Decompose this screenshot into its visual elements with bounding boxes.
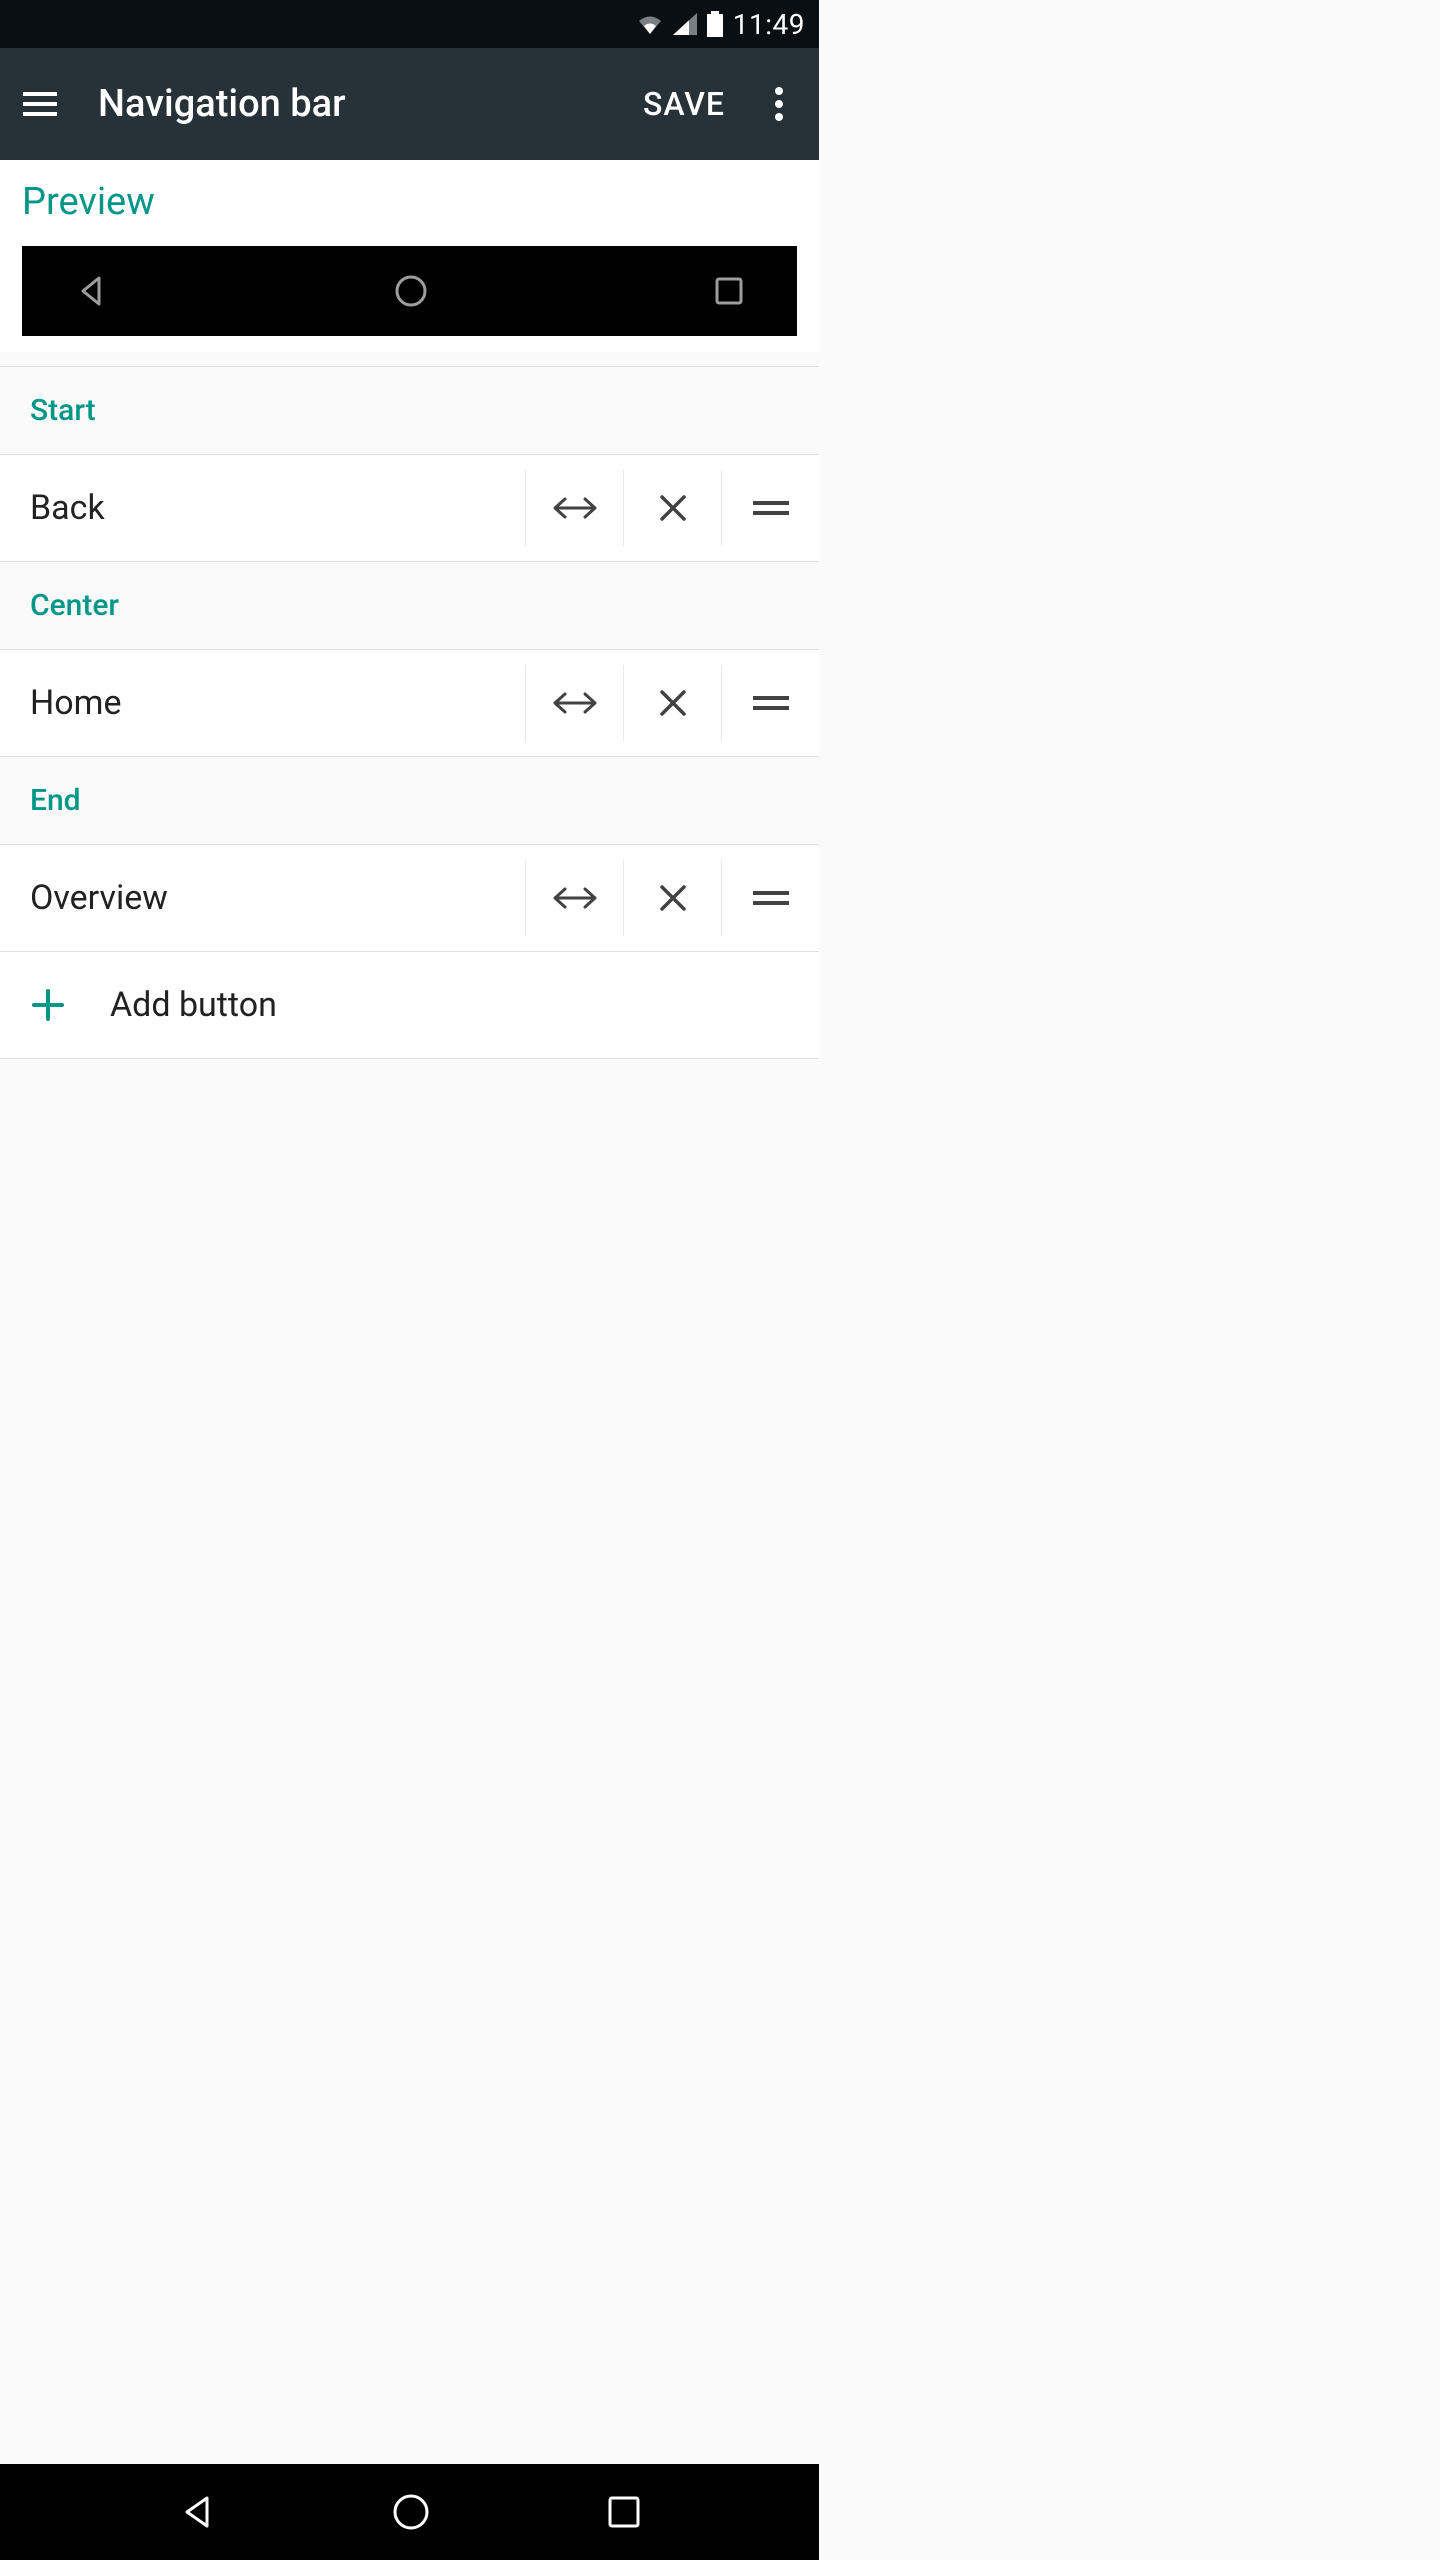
remove-button[interactable] <box>623 665 721 741</box>
section-header-start: Start <box>0 367 819 454</box>
back-icon <box>177 2492 217 2532</box>
status-bar: 11:49 <box>0 0 819 48</box>
more-vert-icon <box>775 87 783 121</box>
home-icon <box>390 2491 432 2533</box>
close-icon <box>658 688 688 718</box>
system-navigation-bar <box>0 2464 819 2560</box>
horizontal-arrows-icon <box>553 496 597 520</box>
back-icon <box>74 274 108 308</box>
width-button[interactable] <box>525 665 623 741</box>
home-icon <box>393 273 429 309</box>
button-row-overview[interactable]: Overview <box>0 845 819 951</box>
width-button[interactable] <box>525 470 623 546</box>
remove-button[interactable] <box>623 470 721 546</box>
drag-handle[interactable] <box>721 860 819 936</box>
overview-icon <box>713 275 745 307</box>
remove-button[interactable] <box>623 860 721 936</box>
button-row-back[interactable]: Back <box>0 455 819 561</box>
row-label: Back <box>30 488 525 528</box>
divider <box>0 1058 819 1059</box>
horizontal-arrows-icon <box>553 691 597 715</box>
preview-heading: Preview <box>22 180 797 224</box>
cell-signal-icon <box>673 13 697 35</box>
row-label: Home <box>30 683 525 723</box>
drag-handle-icon <box>753 694 789 712</box>
horizontal-arrows-icon <box>553 886 597 910</box>
drag-handle-icon <box>753 889 789 907</box>
overview-icon <box>605 2493 643 2531</box>
drag-handle[interactable] <box>721 665 819 741</box>
battery-icon <box>707 11 723 37</box>
system-back-button[interactable] <box>177 2492 217 2532</box>
menu-button[interactable] <box>12 76 68 132</box>
overflow-button[interactable] <box>751 76 807 132</box>
system-overview-button[interactable] <box>605 2493 643 2531</box>
preview-section: Preview <box>0 160 819 352</box>
plus-icon <box>30 987 110 1023</box>
system-home-button[interactable] <box>390 2491 432 2533</box>
section-header-end: End <box>0 757 819 844</box>
width-button[interactable] <box>525 860 623 936</box>
add-button-label: Add button <box>110 985 277 1025</box>
add-button-row[interactable]: Add button <box>0 952 819 1058</box>
button-row-home[interactable]: Home <box>0 650 819 756</box>
drag-handle[interactable] <box>721 470 819 546</box>
clock-text: 11:49 <box>733 8 805 41</box>
app-bar: Navigation bar SAVE <box>0 48 819 160</box>
nav-preview-box <box>22 246 797 336</box>
page-title: Navigation bar <box>98 82 635 126</box>
close-icon <box>658 493 688 523</box>
close-icon <box>658 883 688 913</box>
section-header-center: Center <box>0 562 819 649</box>
row-label: Overview <box>30 878 525 918</box>
wifi-icon <box>637 14 663 34</box>
hamburger-icon <box>23 92 57 116</box>
save-button[interactable]: SAVE <box>635 75 733 133</box>
drag-handle-icon <box>753 499 789 517</box>
